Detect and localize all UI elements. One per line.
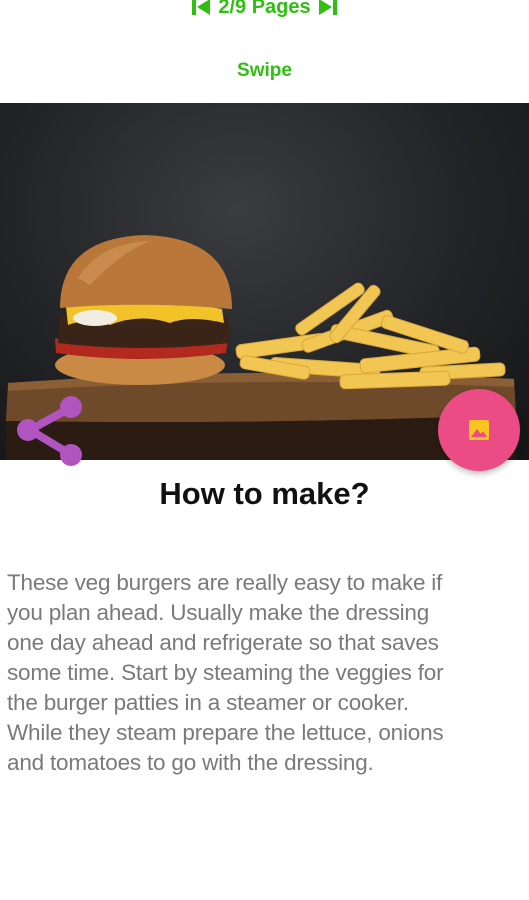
skip-previous-icon [192, 0, 211, 15]
skip-next-icon [318, 0, 337, 15]
page-count-label: 2/9 Pages [218, 0, 311, 18]
last-page-button[interactable] [317, 0, 339, 17]
page-indicator: 2/9 Pages [0, 0, 529, 22]
swipe-hint: Swipe [237, 60, 292, 81]
image-fab-button[interactable] [438, 389, 520, 471]
share-button[interactable] [14, 396, 84, 468]
first-page-button[interactable] [190, 0, 212, 17]
article-body: These veg burgers are really easy to mak… [7, 570, 444, 775]
article-title: How to make? [159, 476, 370, 511]
share-icon [17, 396, 82, 466]
image-icon [469, 420, 489, 440]
